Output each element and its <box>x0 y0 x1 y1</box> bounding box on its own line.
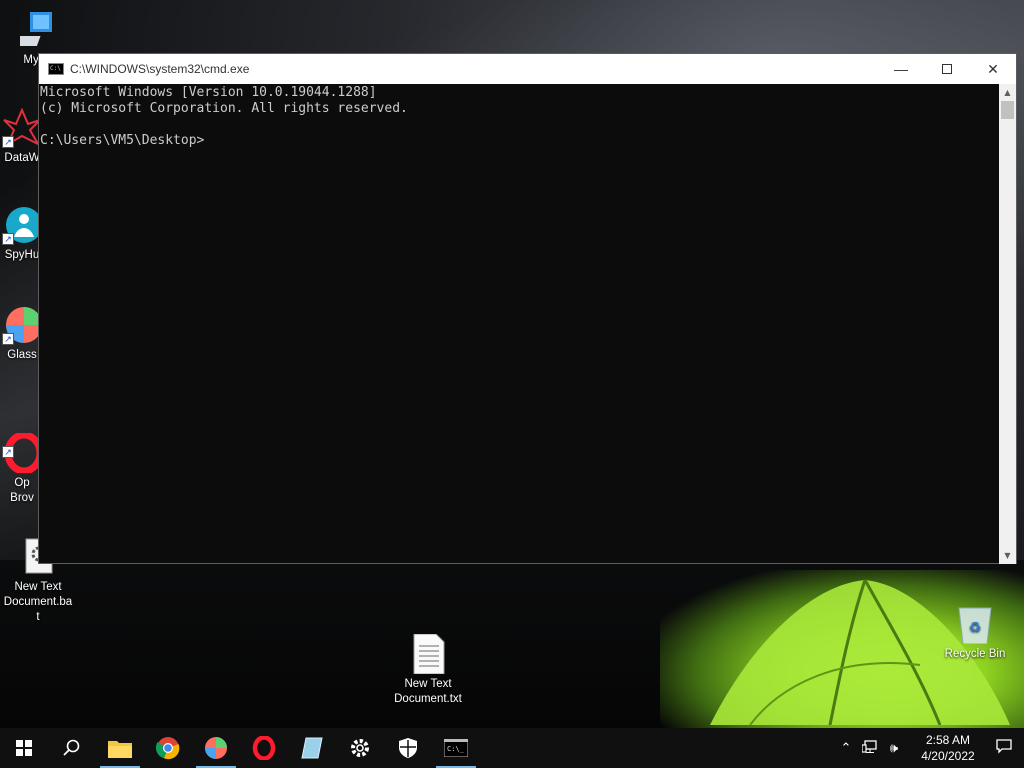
shortcut-arrow-icon: ↗ <box>2 333 14 345</box>
svg-text:♻: ♻ <box>969 620 982 636</box>
taskbar-cmd[interactable]: C:\_ <box>432 728 480 768</box>
taskbar: C:\_ ⌃ 🕪 2:58 AM 4/20/2022 <box>0 728 1024 768</box>
desktop-icon-label: New Text Document.ba t <box>3 581 73 623</box>
glass-icon: ↗ <box>2 305 42 345</box>
cmd-console[interactable]: Microsoft Windows [Version 10.0.19044.12… <box>39 84 1001 564</box>
minimize-icon: — <box>894 61 908 77</box>
maximize-icon <box>942 64 952 74</box>
desktop-icon-recycle-bin[interactable]: ♻ Recycle Bin <box>935 604 1015 662</box>
cmd-window-title: C:\WINDOWS\system32\cmd.exe <box>70 62 250 76</box>
console-line: (c) Microsoft Corporation. All rights re… <box>40 101 408 116</box>
search-icon <box>63 739 80 756</box>
search-button[interactable] <box>48 728 96 768</box>
start-icon <box>16 740 32 756</box>
settings-icon <box>351 739 369 757</box>
shortcut-arrow-icon: ↗ <box>2 136 14 148</box>
shortcut-arrow-icon: ↗ <box>2 446 14 458</box>
security-icon <box>399 738 417 758</box>
cmd-scrollbar[interactable]: ▲ ▼ <box>999 84 1016 564</box>
chevron-up-icon[interactable]: ⌃ <box>834 740 858 756</box>
clock-date: 4/20/2022 <box>921 749 975 763</box>
taskbar-security[interactable] <box>384 728 432 768</box>
datawrapper-icon: ↗ <box>2 107 42 148</box>
scroll-thumb[interactable] <box>1001 101 1014 119</box>
desktop-icon-label: Recycle Bin <box>944 648 1006 660</box>
volume-icon[interactable]: 🕪 <box>882 740 906 756</box>
taskbar-clock[interactable]: 2:58 AM 4/20/2022 <box>912 732 984 764</box>
opera-icon: ↗ <box>2 418 44 475</box>
chrome-icon <box>156 737 180 760</box>
recycle-bin-icon: ♻ <box>955 604 995 645</box>
text-file-icon <box>408 619 448 675</box>
spyhunter-icon: ↗ <box>2 205 42 245</box>
close-button[interactable]: ✕ <box>970 54 1016 84</box>
scroll-up-arrow-icon[interactable]: ▲ <box>999 84 1016 101</box>
file-explorer-icon <box>108 741 132 758</box>
taskbar-notepad[interactable] <box>288 728 336 768</box>
cmd-window[interactable]: C:\ C:\WINDOWS\system32\cmd.exe — ✕ Micr… <box>38 53 1017 564</box>
taskbar-opera[interactable] <box>240 728 288 768</box>
desktop-icon-text-file[interactable]: New Text Document.txt <box>388 604 468 722</box>
notepad-icon <box>301 737 323 759</box>
maximize-button[interactable] <box>924 54 970 84</box>
network-icon[interactable] <box>858 739 882 757</box>
notifications-icon[interactable] <box>984 739 1024 757</box>
start-button[interactable] <box>0 728 48 768</box>
taskbar-settings[interactable] <box>336 728 384 768</box>
taskbar-glass-app[interactable] <box>192 728 240 768</box>
system-tray: ⌃ 🕪 2:58 AM 4/20/2022 <box>834 728 1024 768</box>
taskbar-chrome[interactable] <box>144 728 192 768</box>
cmd-icon: C:\_ <box>444 739 468 757</box>
svg-text:C:\_: C:\_ <box>447 745 465 753</box>
computer-icon <box>10 10 60 50</box>
desktop-icon-label: New Text Document.txt <box>394 678 462 705</box>
clock-time: 2:58 AM <box>925 733 971 747</box>
shortcut-arrow-icon: ↗ <box>2 233 14 245</box>
opera-icon <box>252 736 276 760</box>
minimize-button[interactable]: — <box>878 54 924 84</box>
scroll-down-arrow-icon[interactable]: ▼ <box>999 547 1016 564</box>
taskbar-file-explorer[interactable] <box>96 728 144 768</box>
cmd-titlebar[interactable]: C:\ C:\WINDOWS\system32\cmd.exe — ✕ <box>39 54 1016 84</box>
cmd-app-icon: C:\ <box>48 63 64 75</box>
console-prompt-line: C:\Users\VM5\Desktop> <box>40 133 205 148</box>
close-icon: ✕ <box>987 60 999 77</box>
glass-app-icon <box>205 737 227 759</box>
console-line: Microsoft Windows [Version 10.0.19044.12… <box>40 85 377 100</box>
